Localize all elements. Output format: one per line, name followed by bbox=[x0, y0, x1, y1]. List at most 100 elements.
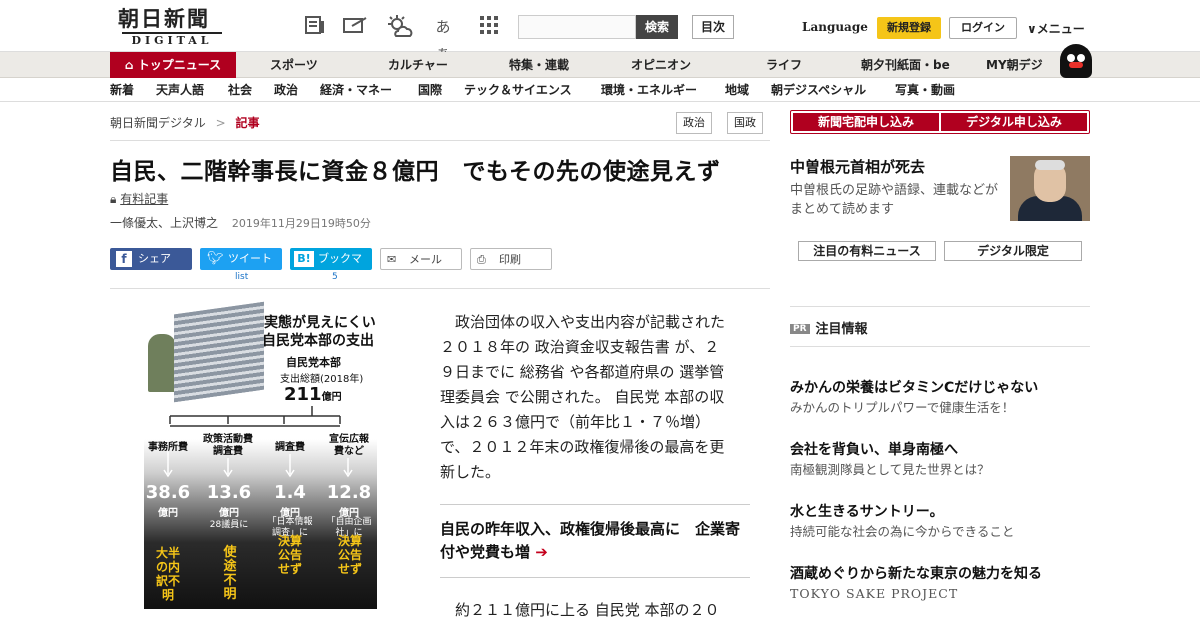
breadcrumb-separator: > bbox=[215, 116, 226, 130]
nav-item-life[interactable]: ライフ bbox=[766, 52, 802, 78]
breadcrumb: 朝日新聞デジタル > 記事 bbox=[110, 114, 260, 131]
mascot-icon[interactable] bbox=[1060, 44, 1092, 78]
mascot-eye bbox=[1077, 54, 1085, 62]
divider bbox=[790, 306, 1090, 307]
pr-item[interactable]: 酒蔵めぐりから新たな東京の魅力を知る TOKYO SAKE PROJECT bbox=[790, 564, 1090, 604]
nav-item-features[interactable]: 特集・連載 bbox=[509, 52, 569, 78]
nav-item-paper[interactable]: 朝夕刊紙面・be bbox=[861, 52, 950, 78]
pr-item-title: 酒蔵めぐりから新たな東京の魅力を知る bbox=[790, 566, 1042, 582]
twitter-sub-link[interactable]: list bbox=[235, 272, 248, 282]
nav-item-culture[interactable]: カルチャー bbox=[388, 52, 448, 78]
facebook-share-label: シェア bbox=[138, 252, 171, 265]
figure-category-label: 宣伝広報費など bbox=[329, 434, 369, 457]
pr-item[interactable]: 会社を背負い、単身南極へ 南極観測隊員として見た世界とは？ bbox=[790, 440, 1090, 480]
subnav-environment[interactable]: 環境・エネルギー bbox=[601, 78, 697, 102]
home-icon: ⌂ bbox=[124, 58, 134, 72]
feature-portrait-photo[interactable] bbox=[1010, 156, 1090, 221]
twitter-share-label: ツイート bbox=[228, 252, 272, 265]
divider bbox=[110, 288, 770, 289]
pr-badge: PR bbox=[790, 324, 810, 334]
paragraph-line: 入は２６３億円で（前年比１・７％増） bbox=[440, 413, 711, 431]
language-link[interactable]: Language bbox=[802, 20, 868, 34]
print-button[interactable]: ⎙ 印刷 bbox=[470, 248, 552, 270]
shortcut-icon[interactable] bbox=[342, 14, 368, 40]
related-article-link[interactable]: 自民の昨年収入、政権復帰後最高に 企業寄付や党費も増 ➔ bbox=[440, 518, 750, 564]
hatena-bookmark-button[interactable]: B! ブックマーク bbox=[290, 248, 372, 287]
feature-subtitle[interactable]: 中曽根氏の足跡や語録、連載などがまとめて読めます bbox=[790, 181, 1005, 219]
register-button[interactable]: 新規登録 bbox=[877, 17, 941, 39]
article-title: 自民、二階幹事長に資金８億円 でもその先の使途見えず bbox=[110, 159, 721, 185]
tab-digital-only[interactable]: デジタル限定 bbox=[944, 241, 1082, 261]
figure-note: 28議員に bbox=[209, 520, 249, 530]
pr-header: PR 注目情報 bbox=[790, 318, 868, 337]
figure-value: 13.6 bbox=[206, 482, 252, 503]
mail-icon: ✉ bbox=[387, 253, 397, 266]
font-size-icon[interactable]: あぁ bbox=[430, 14, 456, 62]
mail-share-button[interactable]: ✉ メール bbox=[380, 248, 462, 270]
subnav-international[interactable]: 国際 bbox=[418, 78, 442, 102]
pr-item-title: 会社を背負い、単身南極へ bbox=[790, 442, 958, 458]
pr-title: 注目情報 bbox=[815, 322, 868, 337]
subnav-photo[interactable]: 写真・動画 bbox=[895, 78, 955, 102]
tab-paid-news[interactable]: 注目の有料ニュース bbox=[798, 241, 936, 261]
subnav-region[interactable]: 地域 bbox=[725, 78, 749, 102]
article-infographic[interactable]: 実態が見えにくい 自民党本部の支出 自民党本部 支出総額(2018年) 211億… bbox=[144, 301, 377, 609]
mascot-beak bbox=[1069, 62, 1083, 68]
paragraph-line: 新した。 bbox=[440, 463, 501, 481]
subnav-society[interactable]: 社会 bbox=[228, 78, 252, 102]
site-header: 朝日新聞 DIGITAL あぁ 検索 目次 Language 新規登録 ログイン… bbox=[0, 0, 1200, 62]
search-button[interactable]: 検索 bbox=[636, 15, 678, 39]
login-button[interactable]: ログイン bbox=[949, 17, 1017, 39]
mascot-eye bbox=[1067, 54, 1075, 62]
nav-item-my[interactable]: MY朝デジ bbox=[986, 52, 1043, 78]
index-button[interactable]: 目次 bbox=[692, 15, 734, 39]
subnav-tech[interactable]: テック＆サイエンス bbox=[464, 78, 572, 102]
tag-national[interactable]: 国政 bbox=[727, 112, 763, 134]
digital-subscribe-button[interactable]: デジタル申し込み bbox=[941, 113, 1087, 131]
print-icon: ⎙ bbox=[477, 253, 486, 266]
newspaper-subscribe-button[interactable]: 新聞宅配申し込み bbox=[793, 113, 939, 131]
paragraph-line: で、２０１２年末の政権復帰後の最高を更 bbox=[440, 438, 725, 456]
hatena-label: ブックマーク bbox=[318, 252, 362, 287]
nav-item-sports[interactable]: スポーツ bbox=[270, 52, 318, 78]
nav-item-opinion[interactable]: オピニオン bbox=[631, 52, 691, 78]
logo-en: DIGITAL bbox=[122, 32, 222, 47]
paid-article-text: 有料記事 bbox=[120, 192, 169, 206]
figure-value: 1.4 bbox=[274, 482, 306, 503]
pr-item-title: みかんの栄養はビタミンCだけじゃない bbox=[790, 380, 1039, 396]
figure-tree-lines bbox=[163, 406, 353, 478]
asahi-logo[interactable]: 朝日新聞 DIGITAL bbox=[118, 6, 226, 47]
figure-verdict: 決算公告せず bbox=[277, 534, 302, 576]
feature-title[interactable]: 中曽根元首相が死去 bbox=[790, 156, 925, 177]
tag-politics[interactable]: 政治 bbox=[676, 112, 712, 134]
logo-jp: 朝日新聞 bbox=[118, 6, 210, 31]
menu-button[interactable]: ∨メニュー bbox=[1027, 20, 1085, 37]
subnav-tensei[interactable]: 天声人語 bbox=[156, 78, 204, 102]
paid-article-label[interactable]: 🔒︎ 有料記事 bbox=[110, 190, 168, 207]
arrow-right-icon: ➔ bbox=[535, 543, 548, 561]
subnav-politics[interactable]: 政治 bbox=[274, 78, 298, 102]
portrait-hair bbox=[1035, 160, 1065, 170]
facebook-share-button[interactable]: f シェア bbox=[110, 248, 192, 270]
pr-item[interactable]: みかんの栄養はビタミンCだけじゃない みかんのトリプルパワーで健康生活を！ bbox=[790, 378, 1090, 418]
related-article-text: 自民の昨年収入、政権復帰後最高に 企業寄付や党費も増 bbox=[440, 520, 741, 561]
pr-item-sub: みかんのトリプルパワーで健康生活を！ bbox=[790, 400, 1015, 415]
figure-category-label: 調査費 bbox=[275, 442, 305, 453]
breadcrumb-root[interactable]: 朝日新聞デジタル bbox=[110, 116, 206, 130]
subnav-new[interactable]: 新着 bbox=[110, 78, 134, 102]
nav-top-news-label: トップニュース bbox=[137, 58, 222, 72]
paragraph-line: 理委員会 で公開された。 自民党 本部の収 bbox=[440, 388, 725, 406]
twitter-icon: 🐦︎ bbox=[207, 251, 224, 266]
divider bbox=[110, 140, 770, 141]
nav-top-news[interactable]: ⌂ トップニュース bbox=[110, 52, 236, 78]
print-label: 印刷 bbox=[499, 253, 521, 266]
subscription-buttons: 新聞宅配申し込み デジタル申し込み bbox=[790, 110, 1090, 134]
pr-item[interactable]: 水と生きるサントリー。 持続可能な社会の為に今からできること bbox=[790, 502, 1090, 542]
weather-icon[interactable] bbox=[386, 14, 413, 40]
newspaper-icon[interactable] bbox=[302, 14, 328, 40]
twitter-share-button[interactable]: 🐦︎ ツイート bbox=[200, 248, 282, 270]
subnav-special[interactable]: 朝デジスペシャル bbox=[771, 78, 866, 102]
search-input[interactable] bbox=[518, 15, 636, 39]
grid-menu-icon[interactable] bbox=[476, 14, 502, 40]
subnav-economy[interactable]: 経済・マネー bbox=[320, 78, 392, 102]
